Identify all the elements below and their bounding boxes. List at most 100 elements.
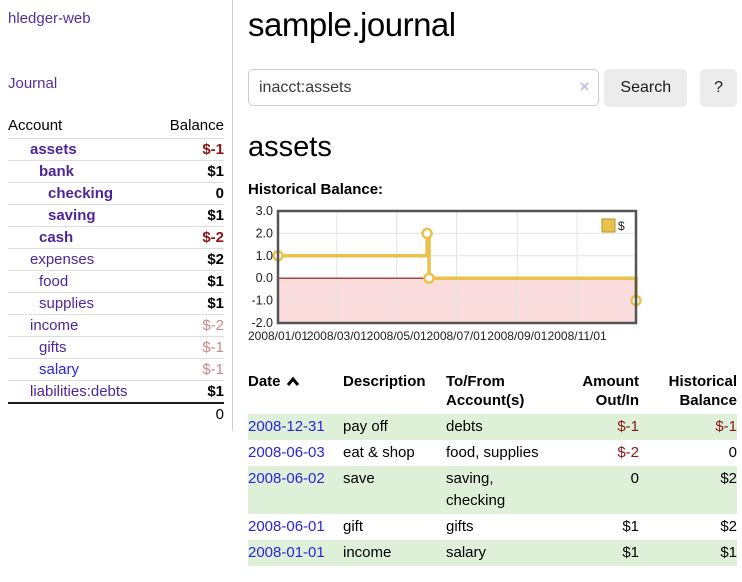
account-link[interactable]: saving xyxy=(48,207,96,224)
transaction-accounts: debts xyxy=(446,414,561,440)
chart-canvas: $3.02.01.00.0-1.0-2.02008/01/012008/03/0… xyxy=(248,204,737,346)
account-row: salary $-1 xyxy=(8,359,224,381)
account-row: income $-2 xyxy=(8,315,224,337)
account-link[interactable]: supplies xyxy=(39,295,94,312)
account-link[interactable]: income xyxy=(30,317,78,334)
transaction-balance: $1 xyxy=(639,540,737,566)
main-content: sample.journal × Search ? assets Histori… xyxy=(248,0,737,566)
account-link[interactable]: checking xyxy=(48,185,113,202)
register-header-row: Date Description To/From Account(s) Amou… xyxy=(248,372,737,414)
register-row: 2008-06-01 gift gifts $1 $2 xyxy=(248,514,737,540)
col-amount: Amount Out/In xyxy=(561,372,639,414)
x-axis-tick-label: 2008/05/01 xyxy=(367,329,427,343)
account-row: food $1 xyxy=(8,271,224,293)
search-form: × Search ? xyxy=(248,69,737,107)
account-balance: $-2 xyxy=(157,315,224,337)
account-link[interactable]: bank xyxy=(39,163,74,180)
x-axis-tick-label: 2008/11/01 xyxy=(548,329,607,343)
x-axis-tick-label: 2008/03/01 xyxy=(307,329,367,343)
account-balance: $1 xyxy=(157,293,224,315)
transaction-balance: $2 xyxy=(639,466,737,514)
help-button[interactable]: ? xyxy=(700,69,737,107)
account-link[interactable]: cash xyxy=(39,229,73,246)
x-axis-tick-label: 2008/07/01 xyxy=(426,329,486,343)
brand-link[interactable]: hledger-web xyxy=(8,10,91,27)
accounts-col-balance: Balance xyxy=(157,114,224,139)
transaction-accounts: food, supplies xyxy=(446,440,561,466)
transaction-date-link[interactable]: 2008-01-01 xyxy=(248,544,325,561)
transaction-date-link[interactable]: 2008-06-01 xyxy=(248,518,325,535)
transaction-amount: $-2 xyxy=(561,440,639,466)
sidebar: hledger-web Journal Account Balance asse… xyxy=(0,0,232,425)
transaction-date-link[interactable]: 2008-06-02 xyxy=(248,470,325,487)
account-link[interactable]: liabilities:debts xyxy=(30,383,128,400)
y-axis-tick-label: -2.0 xyxy=(251,316,273,330)
account-link[interactable]: food xyxy=(39,273,68,290)
transaction-date-link[interactable]: 2008-06-03 xyxy=(248,444,325,461)
transaction-description: save xyxy=(343,466,446,514)
register-row: 2008-12-31 pay off debts $-1 $-1 xyxy=(248,414,737,440)
account-balance: 0 xyxy=(157,183,224,205)
y-axis-tick-label: 1.0 xyxy=(256,249,273,263)
sidebar-item-journal[interactable]: Journal xyxy=(8,75,57,92)
accounts-header-row: Account Balance xyxy=(8,114,224,139)
account-link[interactable]: assets xyxy=(30,141,77,158)
account-row: supplies $1 xyxy=(8,293,224,315)
transaction-accounts: saving,checking xyxy=(446,466,561,514)
account-link[interactable]: salary xyxy=(39,361,79,378)
register-row: 2008-06-02 save saving,checking 0 $2 xyxy=(248,466,737,514)
chart-title: Historical Balance: xyxy=(248,181,737,198)
account-balance: $1 xyxy=(157,161,224,183)
account-balance: $1 xyxy=(157,271,224,293)
transaction-balance: $-1 xyxy=(639,414,737,440)
y-axis-tick-label: -1.0 xyxy=(251,294,273,308)
account-balance: $-1 xyxy=(157,359,224,381)
account-row: assets $-1 xyxy=(8,139,224,161)
transaction-amount: $-1 xyxy=(561,414,639,440)
accounts-total-value: 0 xyxy=(157,403,224,425)
page-title: sample.journal xyxy=(248,6,737,44)
data-point-marker xyxy=(425,274,434,283)
accounts-table: Account Balance assets $-1 bank $1 check… xyxy=(8,114,224,425)
account-heading: assets xyxy=(248,131,737,164)
accounts-col-account: Account xyxy=(8,114,157,139)
transaction-description: pay off xyxy=(343,414,446,440)
transaction-description: gift xyxy=(343,514,446,540)
data-point-marker xyxy=(423,229,432,238)
transaction-amount: $1 xyxy=(561,514,639,540)
col-accounts: To/From Account(s) xyxy=(446,372,561,414)
x-axis-tick-label: 2008/01/01 xyxy=(248,329,308,343)
account-balance: $2 xyxy=(157,249,224,271)
search-input[interactable] xyxy=(248,69,599,106)
register-row: 2008-06-03 eat & shop food, supplies $-2… xyxy=(248,440,737,466)
x-axis-tick-label: 2008/09/01 xyxy=(487,329,547,343)
transaction-amount: $1 xyxy=(561,540,639,566)
transaction-date-link[interactable]: 2008-12-31 xyxy=(248,418,325,435)
accounts-total-row: 0 xyxy=(8,403,224,425)
account-link[interactable]: expenses xyxy=(30,251,94,268)
account-balance: $-1 xyxy=(157,139,224,161)
register-row: 2008-01-01 income salary $1 $1 xyxy=(248,540,737,566)
transaction-description: income xyxy=(343,540,446,566)
transaction-balance: 0 xyxy=(639,440,737,466)
account-link[interactable]: gifts xyxy=(39,339,67,356)
col-date[interactable]: Date xyxy=(248,372,343,414)
transaction-amount: 0 xyxy=(561,466,639,514)
y-axis-tick-label: 0.0 xyxy=(256,271,273,285)
account-row: expenses $2 xyxy=(8,249,224,271)
account-balance: $1 xyxy=(157,381,224,404)
sidebar-divider xyxy=(232,0,233,431)
legend-swatch-icon xyxy=(602,219,615,232)
legend-label: $ xyxy=(618,219,625,233)
transaction-balance: $2 xyxy=(639,514,737,540)
account-row: gifts $-1 xyxy=(8,337,224,359)
transaction-description: eat & shop xyxy=(343,440,446,466)
accounts-total-spacer xyxy=(8,403,157,425)
search-button[interactable]: Search xyxy=(604,69,687,107)
account-balance: $-1 xyxy=(157,337,224,359)
col-description: Description xyxy=(343,372,446,414)
clear-search-icon[interactable]: × xyxy=(579,77,589,97)
account-row: liabilities:debts $1 xyxy=(8,381,224,404)
col-date-label: Date xyxy=(248,373,281,390)
transaction-accounts: gifts xyxy=(446,514,561,540)
